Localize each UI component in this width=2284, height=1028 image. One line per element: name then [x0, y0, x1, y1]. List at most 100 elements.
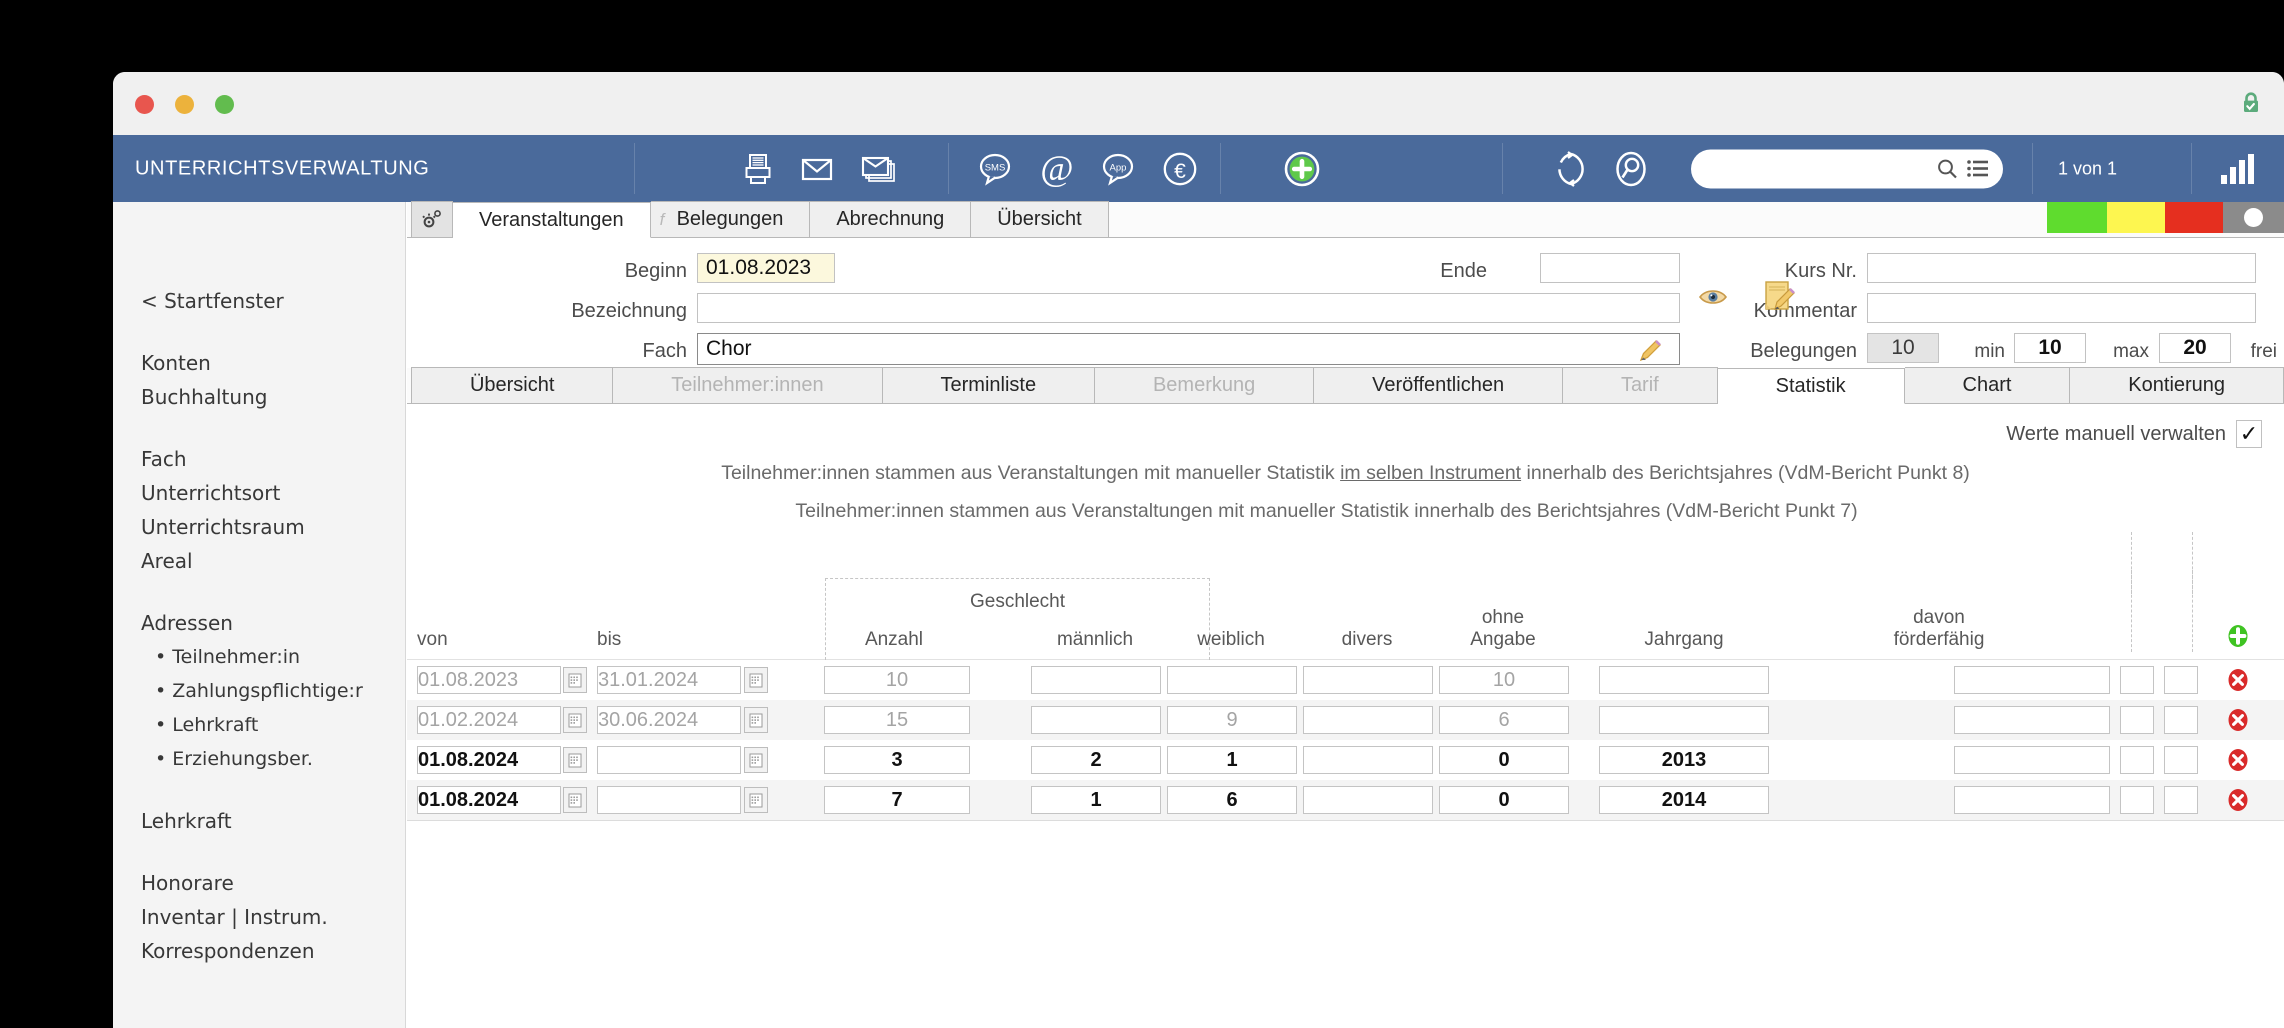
- cell-bis[interactable]: [597, 786, 741, 814]
- cell-anzahl[interactable]: 10: [824, 666, 970, 694]
- tab-abrechnung[interactable]: Abrechnung: [810, 201, 972, 237]
- bar-chart-icon[interactable]: [2221, 153, 2254, 184]
- cell-jahrgang[interactable]: [1599, 706, 1769, 734]
- cell-davon-foerderfaehig[interactable]: [1954, 666, 2110, 694]
- sidebar-item-teilnehmerin[interactable]: • Teilnehmer:in: [113, 640, 405, 674]
- sidebar-item-erziehungsber[interactable]: • Erziehungsber.: [113, 742, 405, 776]
- tab-kontierung[interactable]: Kontierung: [2070, 367, 2284, 403]
- euro-circle-icon[interactable]: €: [1160, 149, 1200, 189]
- window-close-button[interactable]: [135, 95, 154, 114]
- tab-uebersicht[interactable]: Übersicht: [411, 367, 614, 403]
- cell-extra-1[interactable]: [2120, 706, 2154, 734]
- cell-von[interactable]: 01.08.2023: [417, 666, 561, 694]
- cell-davon-foerderfaehig[interactable]: [1954, 746, 2110, 774]
- sidebar-item-zahlungspflichtige[interactable]: • Zahlungspflichtige:r: [113, 674, 405, 708]
- cell-anzahl[interactable]: 15: [824, 706, 970, 734]
- pencil-icon[interactable]: [1637, 338, 1663, 364]
- beginn-input[interactable]: 01.08.2023: [697, 253, 835, 283]
- cell-davon-foerderfaehig[interactable]: [1954, 706, 2110, 734]
- tab-tarif[interactable]: Tarif: [1563, 367, 1718, 403]
- calendar-icon[interactable]: [744, 747, 768, 773]
- tab-veranstaltungen[interactable]: Veranstaltungen: [453, 202, 651, 238]
- cell-extra-2[interactable]: [2164, 706, 2198, 734]
- cell-divers[interactable]: [1303, 666, 1433, 694]
- cell-bis[interactable]: 30.06.2024: [597, 706, 741, 734]
- cell-extra-1[interactable]: [2120, 746, 2154, 774]
- calendar-icon[interactable]: [563, 707, 587, 733]
- cell-von[interactable]: 01.08.2024: [417, 786, 561, 814]
- refresh-circle-icon[interactable]: [1551, 149, 1591, 189]
- window-maximize-button[interactable]: [215, 95, 234, 114]
- min-input[interactable]: 10: [2014, 333, 2086, 363]
- bezeichnung-input[interactable]: [697, 293, 1680, 323]
- chip-red[interactable]: [2165, 202, 2223, 233]
- cell-anzahl[interactable]: 7: [824, 786, 970, 814]
- sidebar-item-konten[interactable]: Konten: [113, 346, 405, 380]
- cell-extra-2[interactable]: [2164, 746, 2198, 774]
- chip-green[interactable]: [2047, 202, 2107, 233]
- eye-icon[interactable]: [1698, 287, 1728, 307]
- sidebar-item-buchhaltung[interactable]: Buchhaltung: [113, 380, 405, 414]
- tab-teilnehmer-innen[interactable]: Teilnehmer:innen: [613, 367, 883, 403]
- cell-bis[interactable]: [597, 746, 741, 774]
- manual-values-checkbox[interactable]: ✓: [2236, 420, 2262, 448]
- cell-maennlich[interactable]: 2: [1031, 746, 1161, 774]
- delete-row-icon[interactable]: [2225, 747, 2251, 773]
- sidebar-item-honorare[interactable]: Honorare: [113, 866, 405, 900]
- cell-weiblich[interactable]: 6: [1167, 786, 1297, 814]
- envelope-icon[interactable]: [799, 154, 835, 184]
- sidebar-item-inventar[interactable]: Inventar | Instrum.: [113, 900, 405, 934]
- cell-weiblich[interactable]: 1: [1167, 746, 1297, 774]
- chip-grey[interactable]: [2223, 202, 2284, 233]
- search-field[interactable]: [1691, 149, 2003, 188]
- sidebar-item-lehrkraft-adresse[interactable]: • Lehrkraft: [113, 708, 405, 742]
- cell-davon-foerderfaehig[interactable]: [1954, 786, 2110, 814]
- printer-icon[interactable]: [740, 151, 776, 187]
- sidebar-item-fach[interactable]: Fach: [113, 442, 405, 476]
- sidebar-item-adressen[interactable]: Adressen: [113, 606, 405, 640]
- delete-row-icon[interactable]: [2225, 667, 2251, 693]
- tab-statistik[interactable]: Statistik: [1717, 368, 1905, 404]
- cell-von[interactable]: 01.02.2024: [417, 706, 561, 734]
- kurs-nr-input[interactable]: [1867, 253, 2256, 283]
- sidebar-item-lehrkraft[interactable]: Lehrkraft: [113, 804, 405, 838]
- calendar-icon[interactable]: [744, 707, 768, 733]
- add-plus-icon[interactable]: [1281, 148, 1323, 190]
- cell-ohne-angabe[interactable]: 6: [1439, 706, 1569, 734]
- sidebar-item-areal[interactable]: Areal: [113, 544, 405, 578]
- cell-weiblich[interactable]: [1167, 666, 1297, 694]
- calendar-icon[interactable]: [744, 667, 768, 693]
- sidebar-back-startfenster[interactable]: < Startfenster: [113, 284, 405, 318]
- cell-maennlich[interactable]: 1: [1031, 786, 1161, 814]
- app-bubble-icon[interactable]: App: [1099, 150, 1137, 188]
- ende-input[interactable]: [1540, 253, 1680, 283]
- cell-maennlich[interactable]: [1031, 706, 1161, 734]
- add-row-plus-icon[interactable]: [2225, 623, 2251, 649]
- max-input[interactable]: 20: [2159, 333, 2231, 363]
- tab-belegungen[interactable]: f Belegungen: [650, 201, 811, 237]
- sidebar-item-korrespondenzen[interactable]: Korrespondenzen: [113, 934, 405, 968]
- cell-von[interactable]: 01.08.2024: [417, 746, 561, 774]
- calendar-icon[interactable]: [563, 747, 587, 773]
- cell-ohne-angabe[interactable]: 10: [1439, 666, 1569, 694]
- tab-terminliste[interactable]: Terminliste: [882, 367, 1096, 403]
- tab-bemerkung[interactable]: Bemerkung: [1095, 367, 1315, 403]
- calendar-icon[interactable]: [744, 787, 768, 813]
- delete-row-icon[interactable]: [2225, 707, 2251, 733]
- fach-input[interactable]: Chor: [697, 333, 1680, 365]
- magnifier-oval-icon[interactable]: [1611, 149, 1651, 189]
- cell-divers[interactable]: [1303, 706, 1433, 734]
- delete-row-icon[interactable]: [2225, 787, 2251, 813]
- sidebar-item-unterrichtsraum[interactable]: Unterrichtsraum: [113, 510, 405, 544]
- cell-bis[interactable]: 31.01.2024: [597, 666, 741, 694]
- note-pencil-icon[interactable]: [1763, 280, 1795, 312]
- cell-ohne-angabe[interactable]: 0: [1439, 786, 1569, 814]
- cell-jahrgang[interactable]: 2014: [1599, 786, 1769, 814]
- sms-bubble-icon[interactable]: SMS: [976, 150, 1014, 188]
- cell-weiblich[interactable]: 9: [1167, 706, 1297, 734]
- cell-ohne-angabe[interactable]: 0: [1439, 746, 1569, 774]
- tab-chart[interactable]: Chart: [1904, 367, 2071, 403]
- cell-jahrgang[interactable]: 2013: [1599, 746, 1769, 774]
- window-minimize-button[interactable]: [175, 95, 194, 114]
- chip-yellow[interactable]: [2107, 202, 2165, 233]
